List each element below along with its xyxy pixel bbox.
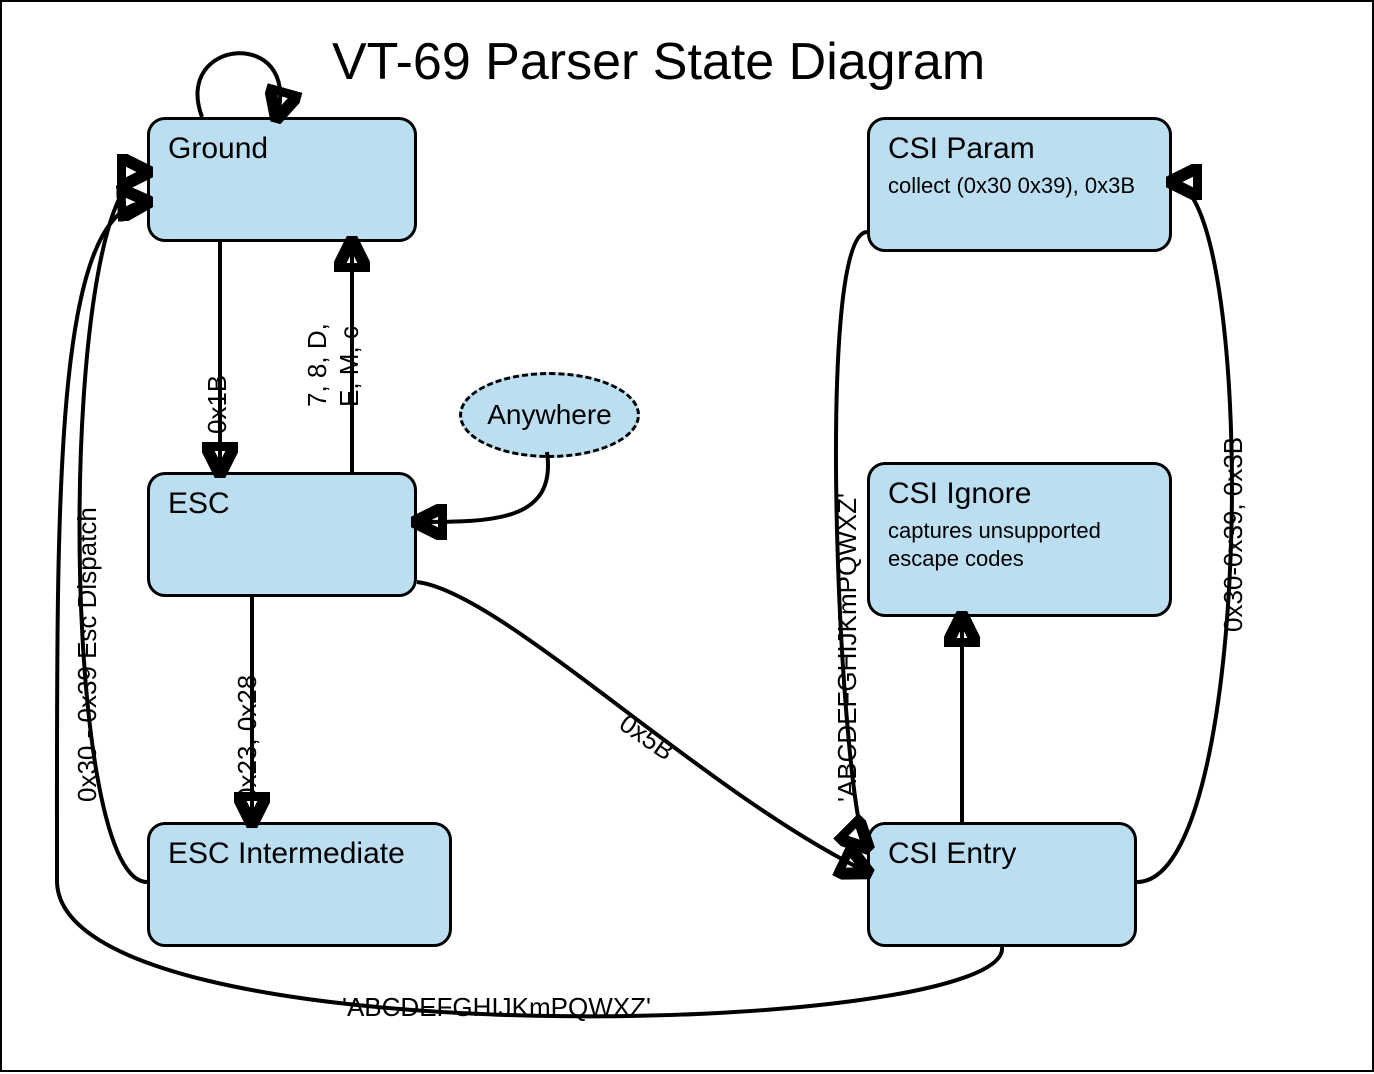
- edge-csiparam-to-ground: [836, 232, 867, 847]
- diagram-canvas: VT-69 Parser State Diagram Ground ESC ES…: [0, 0, 1374, 1072]
- edge-csientry-to-csiparam: [1137, 182, 1232, 882]
- edge-csientry-to-ground: [57, 202, 1002, 1016]
- edge-esc-to-csientry: [417, 582, 867, 872]
- edge-escinter-to-ground: [80, 172, 148, 882]
- edge-anywhere-to-esc: [417, 452, 548, 522]
- edge-ground-self: [197, 53, 280, 117]
- edges-layer: [2, 2, 1374, 1074]
